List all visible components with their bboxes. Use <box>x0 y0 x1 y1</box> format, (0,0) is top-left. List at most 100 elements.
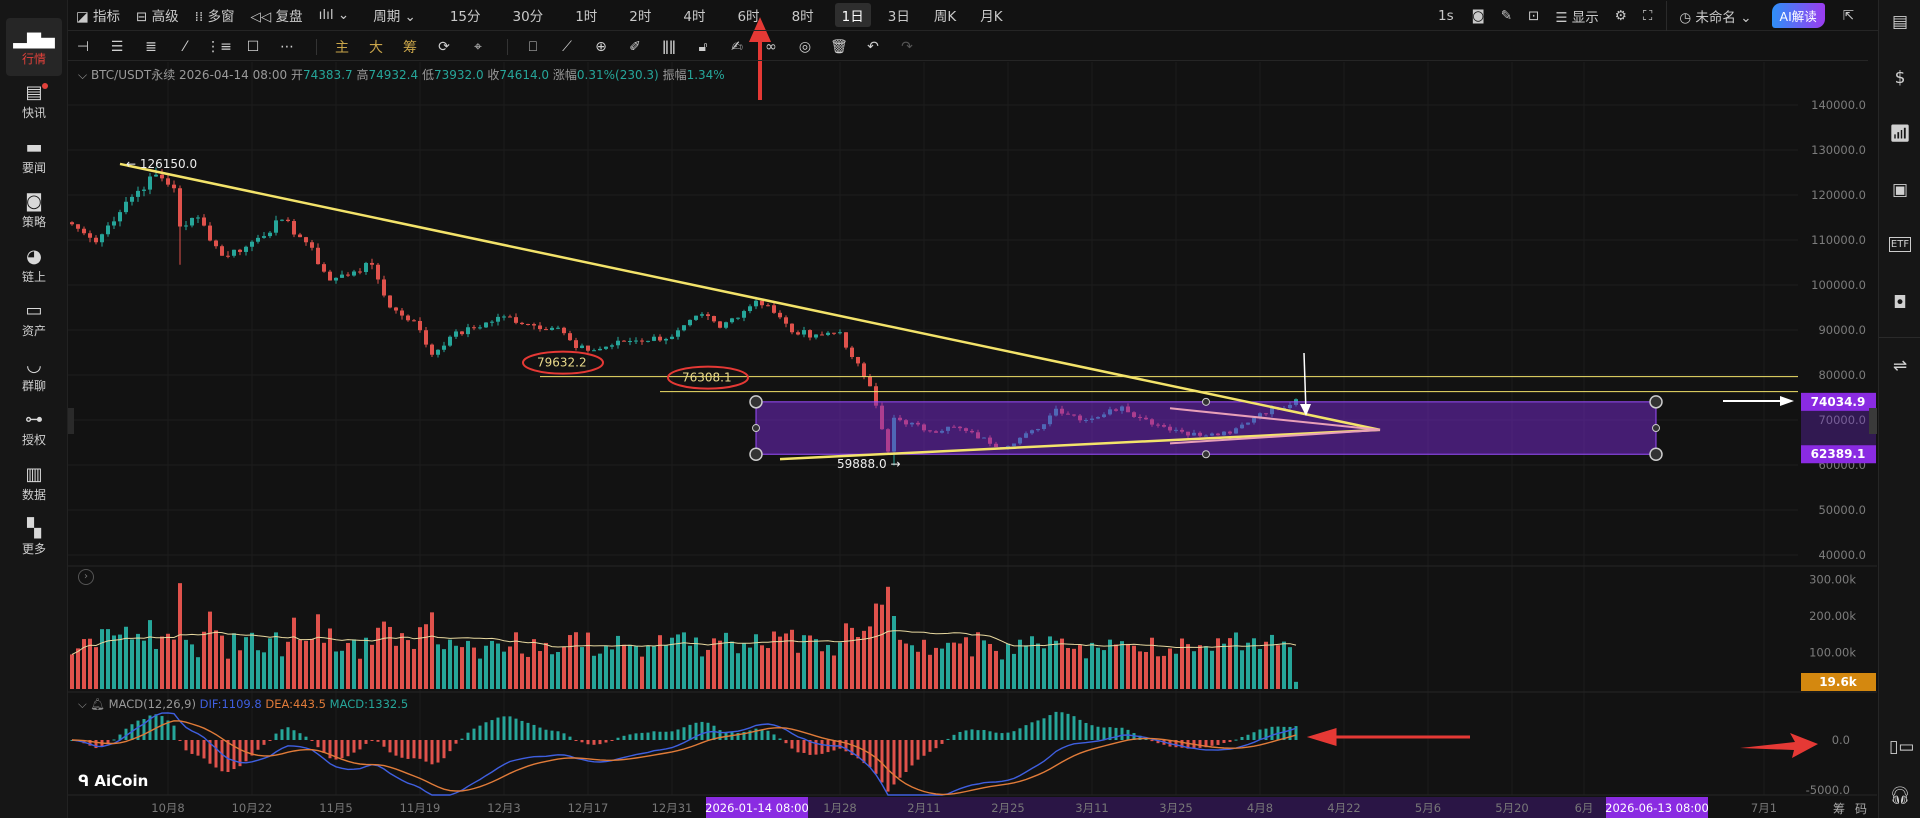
signal-chart-icon[interactable]: 📶︎ <box>1889 124 1911 146</box>
sidebar-item-label: 群聊 <box>21 378 46 393</box>
main-overlay-button[interactable]: 主 <box>327 37 357 57</box>
sidebar-item-5[interactable]: ▭ 资产 <box>6 291 62 349</box>
ai-interpret-button[interactable]: AI解读 <box>1771 3 1825 28</box>
candle <box>106 222 110 237</box>
timeframe-tab[interactable]: 4时 <box>676 3 712 27</box>
candle-body <box>190 217 194 226</box>
volume-bar <box>1156 656 1160 689</box>
delete-icon[interactable]: 🗑︎ <box>824 39 854 55</box>
candle-body <box>478 327 482 329</box>
order-book-icon[interactable]: ▤ <box>1889 12 1911 34</box>
headset-icon[interactable]: 🎧︎ <box>1889 786 1911 808</box>
robot-icon[interactable]: ◘ <box>1889 293 1911 315</box>
share-icon[interactable]: ⇱ <box>1843 8 1854 24</box>
advanced-button[interactable]: ⊟ 高级 <box>128 5 187 25</box>
alert-bell-icon[interactable]: 🔔︎ <box>90 697 105 711</box>
sidebar-item-0[interactable]: ▂▆▄ 行情 <box>6 18 62 76</box>
sidebar-item-9[interactable]: ▚ 更多 <box>6 509 62 567</box>
timeframe-tab[interactable]: 30分 <box>506 3 551 27</box>
zoom-in-icon[interactable]: ⊕ <box>586 39 616 55</box>
volume-bar <box>478 658 482 689</box>
monitor-icon[interactable]: ▣ <box>1889 180 1911 202</box>
multi-window-button[interactable]: ⁞⁞ 多窗 <box>187 5 243 25</box>
trend-line-tool-icon[interactable]: ⁄ <box>170 39 200 55</box>
candles-icon[interactable]: ǁǁ <box>654 39 684 55</box>
layout-icon[interactable]: ▯▭ <box>1889 737 1914 759</box>
undo-icon[interactable]: ↶ <box>858 39 888 55</box>
sync-drawings-icon[interactable]: ⟳ <box>429 39 459 55</box>
dollar-icon[interactable]: $ <box>1889 68 1911 90</box>
fib-lines-tool-icon[interactable]: ≣ <box>136 39 166 55</box>
settings-icon[interactable]: ⚙ <box>1615 8 1627 24</box>
lock-icon[interactable]: 🔓︎ <box>688 39 718 55</box>
large-order-overlay-button[interactable]: 大 <box>361 37 391 57</box>
timeframe-tab[interactable]: 8时 <box>785 3 821 27</box>
pen-icon[interactable]: ✎ <box>1501 8 1512 24</box>
candle-body <box>736 317 740 319</box>
timeframe-tab[interactable]: 3日 <box>881 3 917 27</box>
timeframe-tab[interactable]: 15分 <box>443 3 488 27</box>
sidebar-item-7[interactable]: ⊶ 授权 <box>6 400 62 458</box>
volume-bar <box>592 655 596 689</box>
add-window-icon[interactable]: ⊡ <box>1528 8 1539 24</box>
volume-bar <box>388 626 392 689</box>
arrow-head <box>1780 396 1794 406</box>
macd-bar <box>682 727 686 740</box>
candle-body <box>694 315 698 320</box>
macd-bar <box>958 731 962 740</box>
candle-body <box>622 340 626 342</box>
period-dropdown[interactable]: 周期 ⌄ <box>365 5 424 25</box>
timeframe-tab[interactable]: 周K <box>927 3 963 27</box>
collapse-icon[interactable]: ⌵ <box>78 697 87 711</box>
sidebar-item-8[interactable]: ▥ 数据 <box>6 454 62 512</box>
timeframe-tab[interactable]: 1日 <box>834 3 871 27</box>
sidebar-item-3[interactable]: ◙ 策略 <box>6 182 62 240</box>
camera-icon[interactable]: ◙ <box>1472 8 1485 24</box>
amplitude-label: 振幅 <box>662 68 687 82</box>
etf-icon[interactable]: ETF <box>1889 237 1911 252</box>
display-button[interactable]: ☰ 显示 <box>1555 6 1598 26</box>
collapse-icon[interactable]: ⌵ <box>78 68 87 82</box>
expand-volume-icon[interactable]: › <box>78 569 94 585</box>
ruler-icon[interactable]: ⟋ <box>552 39 582 55</box>
macd-bar <box>490 720 494 740</box>
volume-bar <box>1246 642 1250 689</box>
volume-bar <box>1000 659 1004 689</box>
more-tools-icon[interactable]: ⋯ <box>272 39 302 55</box>
timeframe-tab[interactable]: 2时 <box>622 3 658 27</box>
magnet-icon[interactable]: ⌖ <box>463 39 493 55</box>
link-icon[interactable]: ∞ <box>756 39 786 55</box>
volume-bar <box>784 633 788 689</box>
channel-tool-icon[interactable]: ⋮≡ <box>204 39 234 55</box>
candle <box>826 331 830 337</box>
sidebar-item-2[interactable]: ▬ 要闻 <box>6 127 62 185</box>
parallel-lines-tool-icon[interactable]: ☰ <box>102 39 132 55</box>
x-tick: 2月11 <box>907 801 940 815</box>
fullscreen-icon[interactable]: ⛶ <box>1643 8 1652 24</box>
candle-body <box>868 376 872 387</box>
bookmark-icon[interactable]: ⎕ <box>518 39 548 55</box>
brush-icon[interactable]: ✐ <box>620 39 650 55</box>
sidebar-item-4[interactable]: ◕ 链上 <box>6 236 62 294</box>
timeframe-tab[interactable]: 月K <box>973 3 1009 27</box>
timeframe-tab[interactable]: 1时 <box>568 3 604 27</box>
volume-bar <box>1012 653 1016 689</box>
exchange-icon[interactable]: ⇌ <box>1889 356 1911 378</box>
candle <box>484 322 488 328</box>
redo-icon[interactable]: ↷ <box>892 39 922 55</box>
rectangle-tool-icon[interactable]: ☐ <box>238 39 268 55</box>
layout-name-dropdown[interactable]: ◷ 未命名 ⌄ <box>1679 6 1751 26</box>
candle <box>832 332 836 336</box>
replay-button[interactable]: ◁◁ 复盘 <box>243 5 311 25</box>
edit-note-icon[interactable]: ✍ <box>722 39 752 55</box>
horizontal-line-tool-icon[interactable]: ⊣ <box>68 39 98 55</box>
indicators-button[interactable]: ◪ 指标 <box>68 5 128 25</box>
sidebar-item-1[interactable]: ▤ 快讯 <box>6 73 62 131</box>
sidebar-item-6[interactable]: ◡ 群聊 <box>6 345 62 403</box>
timeframe-tab[interactable]: 6时 <box>730 3 766 27</box>
chip-overlay-button[interactable]: 筹 <box>395 37 425 57</box>
hide-icon[interactable]: ◎ <box>790 39 820 55</box>
chart-type-button[interactable]: ılıl ⌄ <box>311 7 358 23</box>
refresh-interval[interactable]: 1s <box>1438 8 1454 24</box>
chart-canvas[interactable]: 79632.2 76308.1 ← 126150.0 59888.0 → 140000.… <box>0 0 1920 818</box>
